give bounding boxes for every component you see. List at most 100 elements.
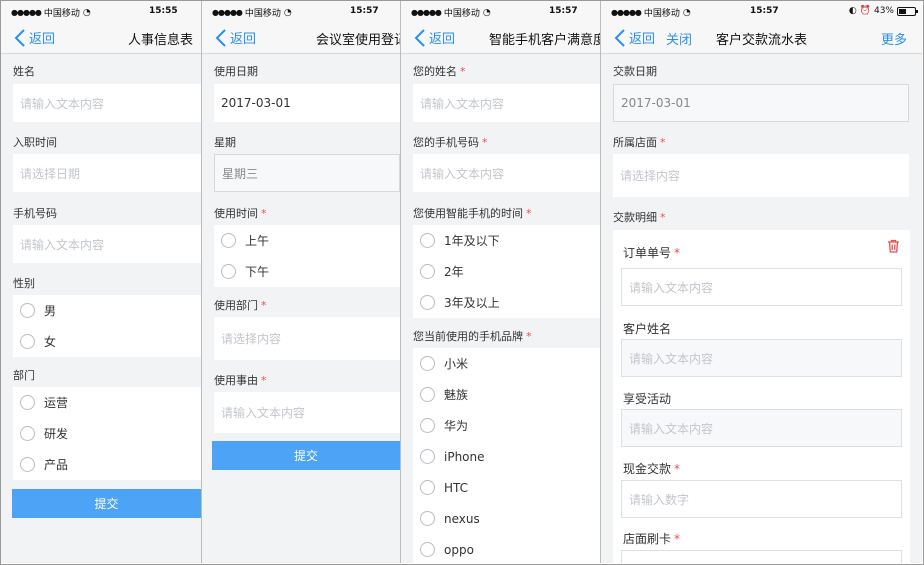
- dept-option-product[interactable]: 产品: [13, 449, 201, 480]
- store-select[interactable]: 请选择内容: [613, 154, 909, 197]
- page-title: 人事信息表: [128, 33, 194, 48]
- option-label: 研发: [44, 427, 69, 441]
- option-label: 女: [44, 335, 57, 349]
- status-bar: ●●●●● 中国移动 ◔ 15:57: [202, 1, 400, 23]
- option-label: iPhone: [444, 449, 485, 464]
- radio-circle-icon: [20, 303, 35, 318]
- submit-button[interactable]: 提交: [212, 441, 400, 470]
- option-label: 1年及以下: [444, 234, 500, 248]
- usage-option-1[interactable]: 1年及以下: [413, 225, 600, 256]
- option-label: 产品: [44, 458, 69, 472]
- wifi-icon: ◔: [283, 7, 292, 18]
- signal-icon: ●●●●●: [611, 8, 642, 17]
- name-input[interactable]: 请输入文本内容: [13, 84, 201, 122]
- dept-option-rnd[interactable]: 研发: [13, 418, 201, 449]
- status-time: 15:57: [350, 6, 379, 16]
- usage-option-3[interactable]: 3年及以上: [413, 287, 600, 318]
- screen-meeting-room-form: ●●●●● 中国移动 ◔ 15:57 返回 会议室使用登记 使用日期 2017-03…: [202, 1, 400, 563]
- order-input[interactable]: 请输入文本内容: [621, 268, 902, 306]
- status-time: 15:55: [149, 6, 178, 16]
- back-label: 返回: [29, 32, 56, 47]
- order-label: 订单单号 *: [623, 246, 681, 260]
- dept-label: 部门: [13, 369, 35, 382]
- name-input[interactable]: 请输入文本内容: [413, 84, 600, 122]
- more-button[interactable]: 更多: [881, 29, 907, 48]
- wifi-icon: ◔: [682, 7, 691, 18]
- radio-circle-icon: [420, 233, 435, 248]
- phone-input[interactable]: 请输入文本内容: [13, 225, 201, 263]
- trash-icon[interactable]: [887, 239, 900, 253]
- brand-option-htc[interactable]: HTC: [413, 472, 600, 503]
- brand-label: 您当前使用的手机品牌 *: [413, 330, 532, 343]
- chevron-left-icon: [215, 28, 226, 47]
- nav-bar: 返回 会议室使用登记: [202, 23, 400, 54]
- back-button[interactable]: 返回: [215, 28, 256, 47]
- wifi-icon: ◔: [82, 7, 91, 18]
- brand-option-oppo[interactable]: oppo: [413, 534, 600, 563]
- option-label: 运营: [44, 396, 69, 410]
- status-time: 15:57: [549, 6, 578, 16]
- option-label: 上午: [245, 234, 270, 248]
- usage-label: 您使用智能手机的时间 *: [413, 207, 532, 220]
- radio-circle-icon: [420, 387, 435, 402]
- cash-input[interactable]: 请输入数字: [621, 480, 902, 518]
- phone-label: 手机号码: [13, 207, 57, 220]
- promo-input[interactable]: 请输入文本内容: [621, 409, 902, 447]
- dept-option-operations[interactable]: 运营: [13, 387, 201, 418]
- nav-bar: 返回 人事信息表: [1, 23, 201, 54]
- chevron-left-icon: [614, 28, 625, 47]
- option-label: oppo: [444, 542, 474, 557]
- back-button[interactable]: 返回: [614, 28, 655, 47]
- radio-circle-icon: [420, 542, 435, 557]
- usage-option-2[interactable]: 2年: [413, 256, 600, 287]
- close-button[interactable]: 关闭: [666, 29, 692, 48]
- gender-option-male[interactable]: 男: [13, 295, 201, 326]
- brand-option-meizu[interactable]: 魅族: [413, 379, 600, 410]
- chevron-left-icon: [14, 28, 25, 47]
- customer-input[interactable]: 请输入文本内容: [621, 339, 902, 377]
- dept-select[interactable]: 请选择内容: [214, 317, 400, 360]
- brand-option-huawei[interactable]: 华为: [413, 410, 600, 441]
- radio-circle-icon: [420, 264, 435, 279]
- radio-circle-icon: [420, 356, 435, 371]
- brand-option-xiaomi[interactable]: 小米: [413, 348, 600, 379]
- promo-label: 享受活动: [623, 392, 672, 406]
- name-label: 姓名: [13, 65, 35, 78]
- back-button[interactable]: 返回: [414, 28, 455, 47]
- hire-date-picker[interactable]: 请选择日期: [13, 154, 201, 192]
- card-input[interactable]: [621, 550, 902, 563]
- time-label: 使用时间 *: [214, 207, 267, 220]
- signal-icon: ●●●●●: [212, 8, 243, 17]
- name-label: 您的姓名 *: [413, 65, 466, 78]
- back-label: 返回: [629, 32, 656, 47]
- page-title: 智能手机客户满意度: [489, 33, 600, 48]
- page-title: 客户交款流水表: [716, 33, 808, 48]
- brand-option-iphone[interactable]: iPhone: [413, 441, 600, 472]
- weekday-field: 星期三: [214, 154, 400, 192]
- time-option-morning[interactable]: 上午: [214, 225, 400, 256]
- cash-label: 现金交款 *: [623, 462, 681, 476]
- brand-option-nexus[interactable]: nexus: [413, 503, 600, 534]
- carrier-label: 中国移动: [244, 9, 281, 19]
- gender-option-female[interactable]: 女: [13, 326, 201, 357]
- phone-input[interactable]: 请输入文本内容: [413, 154, 600, 192]
- time-option-afternoon[interactable]: 下午: [214, 256, 400, 287]
- date-field: 2017-03-01: [613, 84, 909, 122]
- back-button[interactable]: 返回: [14, 28, 55, 47]
- reason-input[interactable]: 请输入文本内容: [214, 392, 400, 433]
- status-bar: ●●●●● 中国移动 ◔ 15:57 ◐ ⏰ 43%: [601, 1, 922, 23]
- signal-icon: ●●●●●: [411, 8, 442, 17]
- back-label: 返回: [230, 32, 257, 47]
- status-time: 15:57: [750, 6, 779, 16]
- radio-circle-icon: [221, 233, 236, 248]
- radio-circle-icon: [420, 418, 435, 433]
- submit-button[interactable]: 提交: [12, 489, 201, 518]
- nav-bar: 返回 智能手机客户满意度: [401, 23, 600, 54]
- date-label: 交款日期: [613, 65, 657, 78]
- orientation-lock-icon: ◐: [848, 6, 857, 16]
- radio-circle-icon: [20, 457, 35, 472]
- page-title: 会议室使用登记: [316, 33, 400, 48]
- radio-circle-icon: [20, 395, 35, 410]
- payment-detail-card: 订单单号 * 请输入文本内容 客户姓名 请输入文本内容 享受活动 请输入文本内容 …: [613, 230, 910, 563]
- date-field[interactable]: 2017-03-01: [214, 84, 400, 122]
